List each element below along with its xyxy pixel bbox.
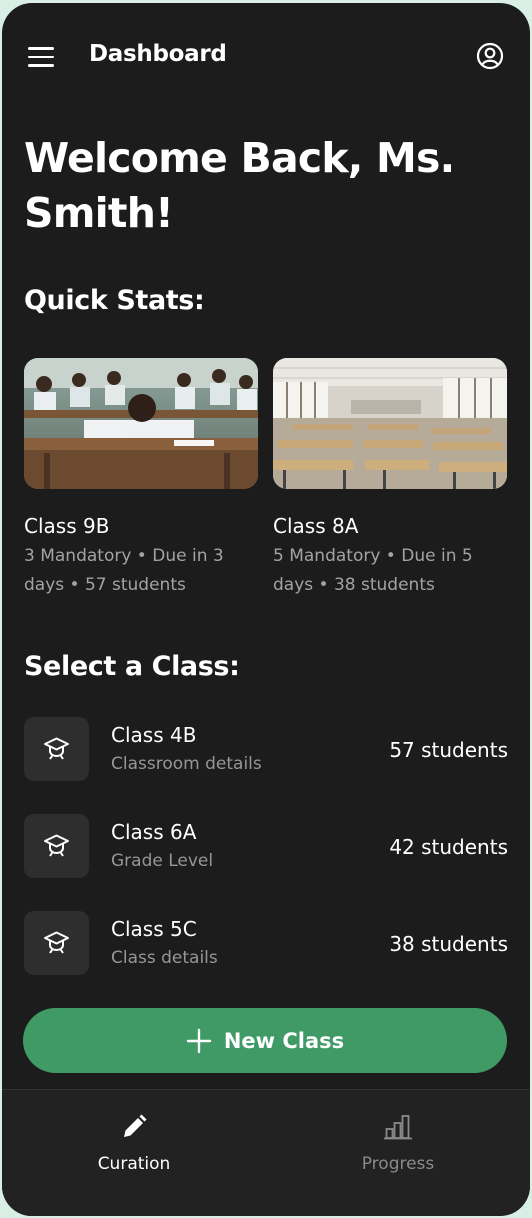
empty-classroom-photo <box>273 358 507 489</box>
graduation-cap-icon <box>24 911 89 975</box>
profile-icon[interactable] <box>476 42 504 70</box>
top-app-bar: Dashboard <box>2 3 530 113</box>
pencil-icon <box>119 1112 149 1142</box>
new-class-button[interactable]: New Class <box>23 1008 507 1073</box>
stat-card-meta: 5 Mandatory • Due in 5 days • 38 student… <box>273 546 473 595</box>
app-screen: Dashboard Welcome Back, Ms. Smith! Quick… <box>2 3 530 1216</box>
class-name: Class 4B <box>111 723 197 747</box>
stat-card-class-9b[interactable]: Class 9B 3 Mandatory • Due in 3 days • 5… <box>24 358 258 600</box>
class-list-item[interactable]: Class 6A Grade Level 42 students <box>24 814 508 878</box>
graduation-cap-icon <box>24 717 89 781</box>
nav-label: Progress <box>361 1154 435 1174</box>
class-subtitle: Classroom details <box>111 754 262 774</box>
class-subtitle: Class details <box>111 948 218 968</box>
plus-icon <box>186 1028 212 1053</box>
class-student-count: 42 students <box>389 835 508 859</box>
menu-icon[interactable] <box>28 47 54 67</box>
nav-item-curation[interactable]: Curation <box>2 1090 266 1216</box>
class-name: Class 5C <box>111 917 197 941</box>
bottom-navigation: Curation Progress <box>2 1089 530 1216</box>
stat-card-name: Class 9B <box>24 514 110 538</box>
graduation-cap-icon <box>24 814 89 878</box>
class-student-count: 38 students <box>389 932 508 956</box>
class-list-item[interactable]: Class 5C Class details 38 students <box>24 911 508 975</box>
select-class-title: Select a Class: <box>24 651 240 682</box>
stat-card-class-8a[interactable]: Class 8A 5 Mandatory • Due in 5 days • 3… <box>273 358 507 600</box>
stat-card-name: Class 8A <box>273 514 359 538</box>
nav-item-progress[interactable]: Progress <box>266 1090 530 1216</box>
nav-label: Curation <box>97 1154 171 1174</box>
bar-chart-icon <box>383 1112 413 1142</box>
quick-stats-title: Quick Stats: <box>24 285 205 316</box>
classroom-with-students-photo <box>24 358 258 489</box>
class-name: Class 6A <box>111 820 197 844</box>
page-title: Dashboard <box>89 41 227 67</box>
class-list-item[interactable]: Class 4B Classroom details 57 students <box>24 717 508 781</box>
class-subtitle: Grade Level <box>111 851 214 871</box>
new-class-label: New Class <box>223 1028 345 1053</box>
welcome-heading: Welcome Back, Ms. Smith! <box>24 134 455 237</box>
stat-card-meta: 3 Mandatory • Due in 3 days • 57 student… <box>24 546 224 595</box>
class-student-count: 57 students <box>389 738 508 762</box>
